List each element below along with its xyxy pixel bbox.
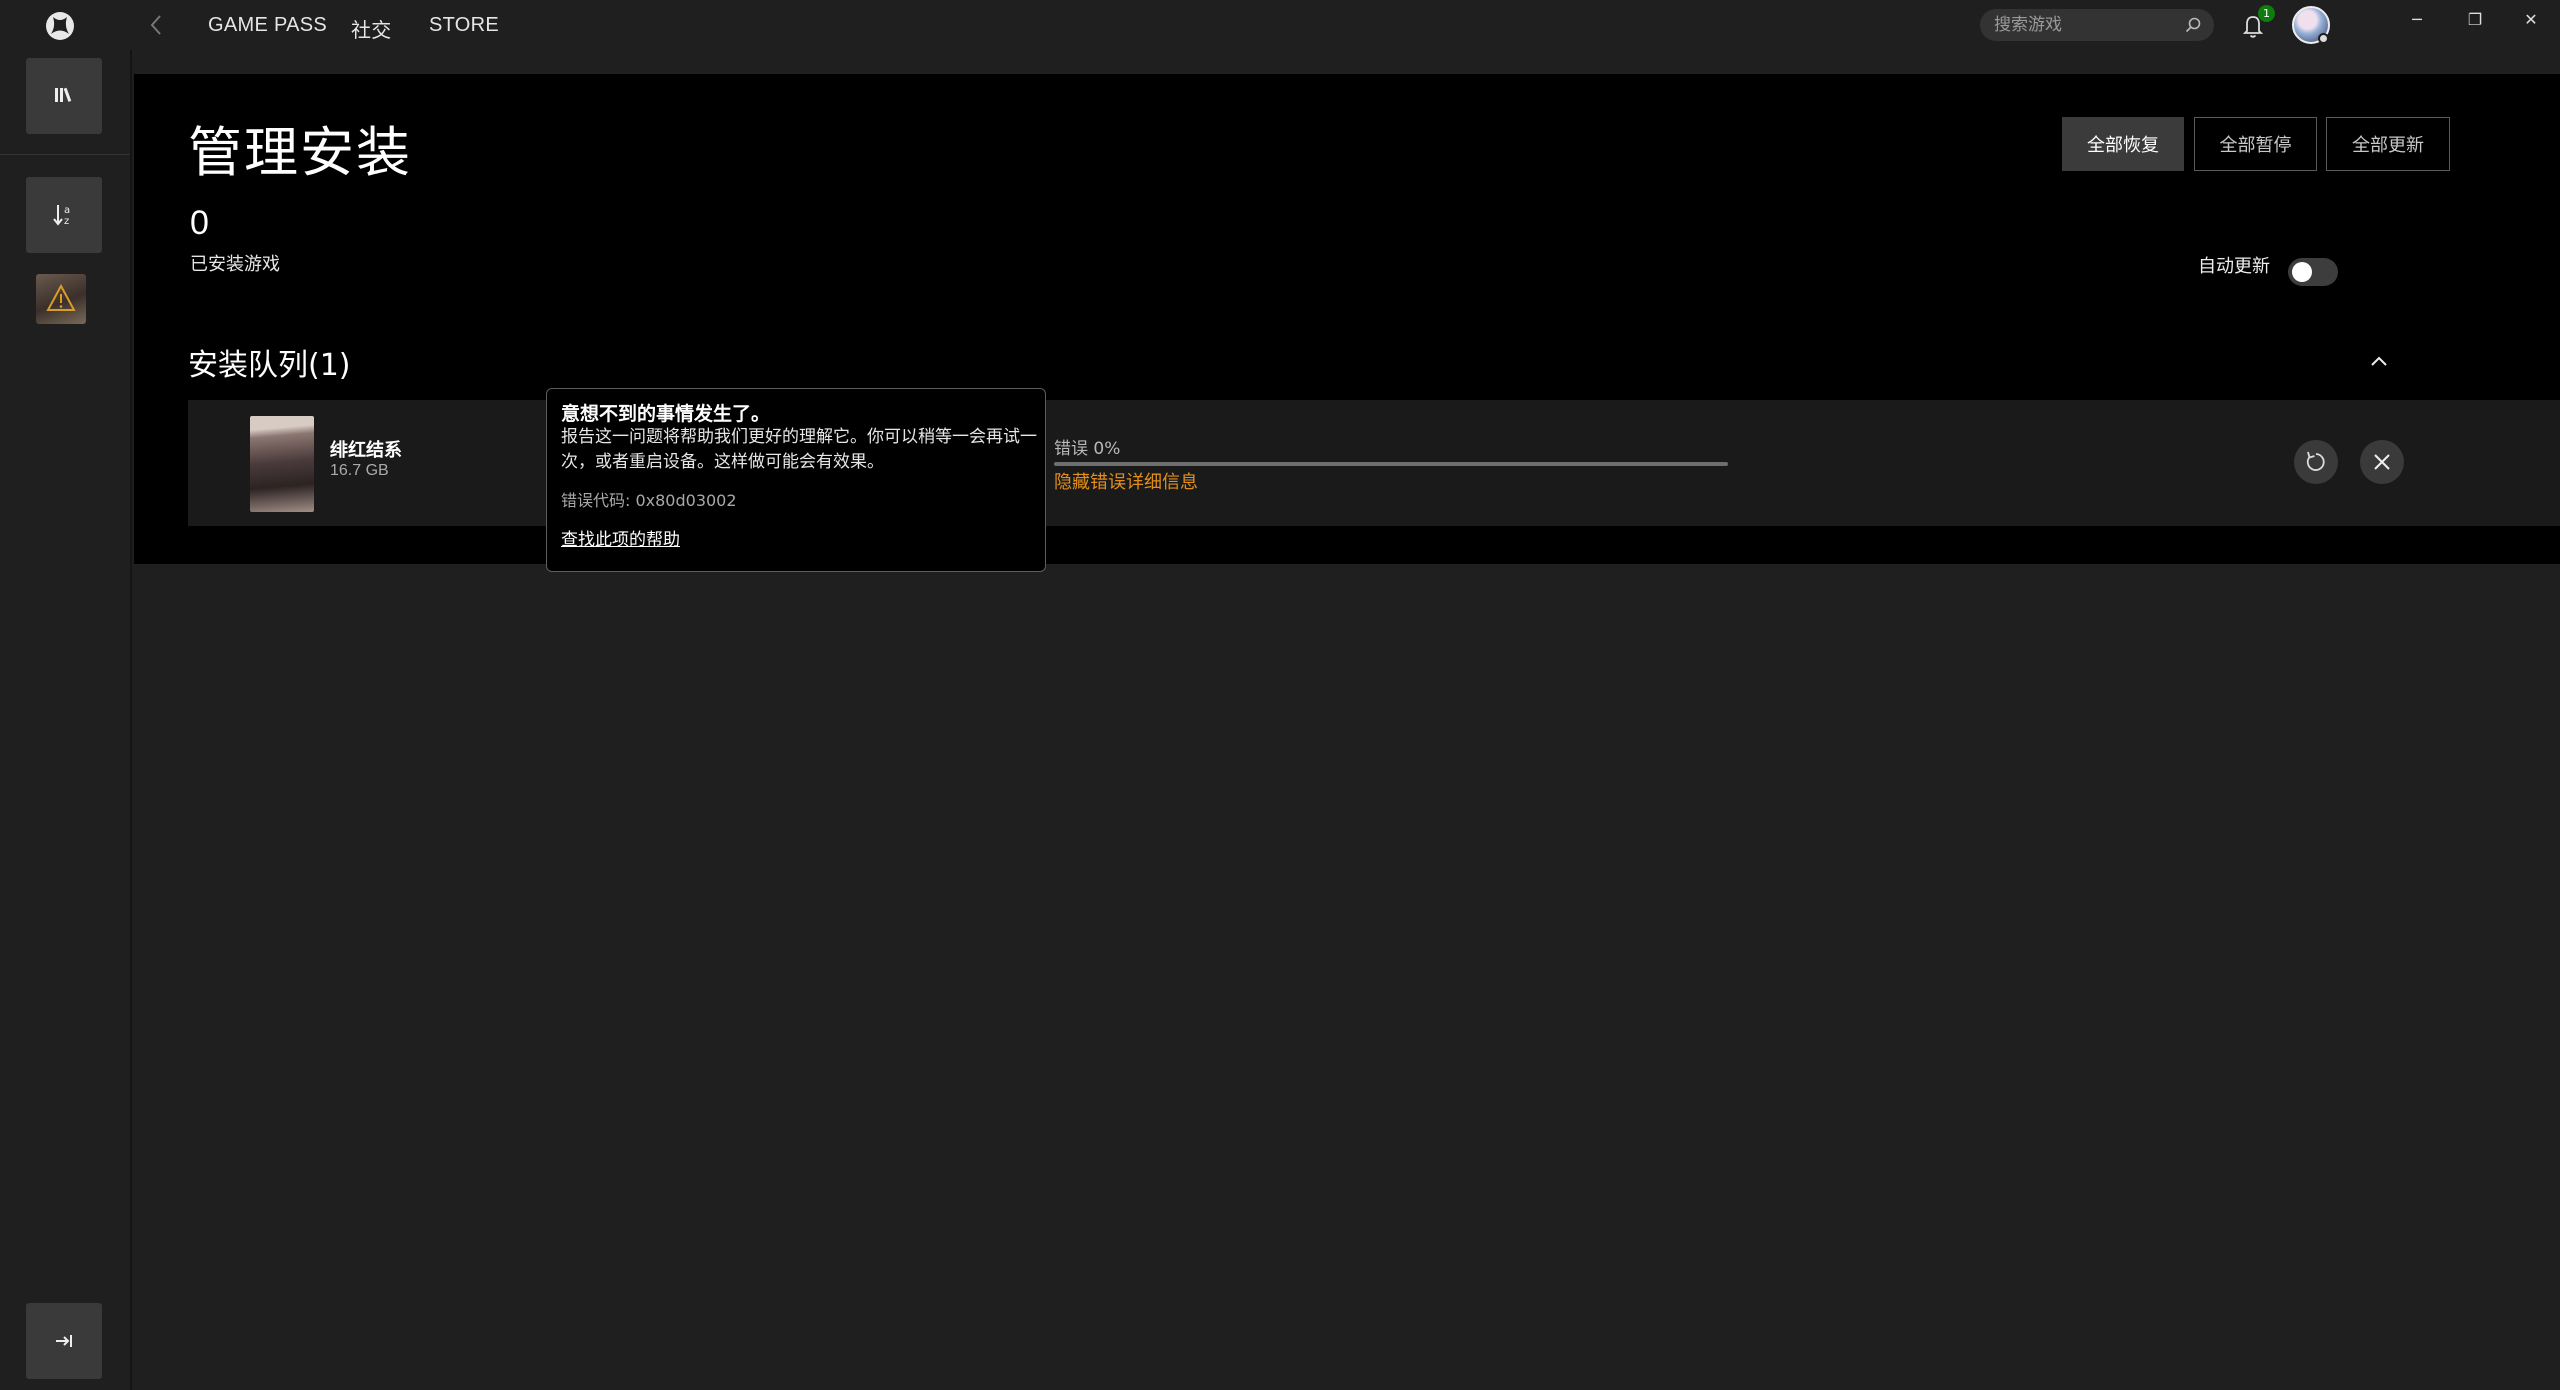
library-icon	[55, 87, 72, 102]
restore-button[interactable]: ❐	[2460, 8, 2490, 32]
search-input[interactable]	[1994, 9, 2174, 41]
svg-text:a: a	[64, 205, 70, 216]
left-rail: a z	[0, 50, 132, 1390]
retry-icon	[2306, 451, 2325, 471]
presence-dot-icon	[2318, 33, 2329, 44]
sort-icon: a z	[53, 205, 70, 227]
svg-text:z: z	[64, 216, 69, 227]
nav-store[interactable]: STORE	[429, 14, 499, 37]
queue-item: 绯红结系 16.7 GB 错误 0% 隐藏错误详细信息	[188, 400, 2560, 526]
chevron-up-icon[interactable]	[2364, 346, 2394, 376]
game-size: 16.7 GB	[330, 462, 389, 479]
sort-button[interactable]: a z	[26, 177, 102, 253]
close-icon	[2374, 454, 2390, 470]
update-all-button[interactable]: 全部更新	[2326, 117, 2450, 171]
install-status: 错误 0%	[1054, 439, 1121, 459]
hide-error-details-link[interactable]: 隐藏错误详细信息	[1054, 468, 1198, 494]
error-title: 意想不到的事情发生了。	[561, 403, 771, 425]
error-code: 错误代码: 0x80d03002	[561, 491, 737, 510]
cancel-install-button[interactable]	[2360, 440, 2404, 484]
xbox-logo-icon[interactable]	[46, 12, 74, 40]
page-title: 管理安装	[188, 121, 412, 184]
arrow-to-right-icon	[56, 1335, 72, 1347]
auto-update-toggle[interactable]	[2288, 258, 2338, 286]
installed-count: 0	[190, 204, 209, 242]
install-progress-bar	[1054, 462, 1728, 466]
title-bar: GAME PASS 社交 STORE 1 ─ ❐ ✕	[0, 0, 2560, 50]
close-window-button[interactable]: ✕	[2516, 8, 2546, 32]
search-box[interactable]	[1980, 9, 2214, 41]
game-cover[interactable]	[250, 416, 314, 512]
auto-update-label: 自动更新	[2198, 256, 2270, 277]
minimize-button[interactable]: ─	[2402, 8, 2432, 32]
nav-game-pass[interactable]: GAME PASS	[208, 14, 327, 37]
error-help-link[interactable]: 查找此项的帮助	[561, 525, 680, 550]
pause-all-button[interactable]: 全部暂停	[2194, 117, 2317, 171]
resume-all-button[interactable]: 全部恢复	[2062, 117, 2184, 171]
rail-divider	[0, 154, 130, 155]
error-tooltip: 意想不到的事情发生了。 报告这一问题将帮助我们更好的理解它。你可以稍等一会再试一…	[546, 388, 1046, 572]
nav-social[interactable]: 社交	[351, 14, 392, 43]
manage-installs-panel: 管理安装 0 已安装游戏 全部恢复 全部暂停 全部更新 自动更新 安装队列(1)…	[134, 74, 2560, 564]
game-name: 绯红结系	[330, 440, 402, 461]
installed-label: 已安装游戏	[190, 254, 280, 275]
back-arrow-icon[interactable]	[146, 12, 168, 38]
search-icon[interactable]	[2184, 16, 2202, 34]
game-thumbnail[interactable]	[36, 274, 86, 324]
expand-rail-button[interactable]	[26, 1303, 102, 1379]
error-message: 报告这一问题将帮助我们更好的理解它。你可以稍等一会再试一次，或者重启设备。这样做…	[561, 427, 1037, 472]
queue-title: 安装队列(1)	[188, 348, 351, 383]
retry-button[interactable]	[2294, 440, 2338, 484]
toggle-knob	[2292, 262, 2312, 282]
library-button[interactable]	[26, 58, 102, 134]
notification-badge: 1	[2258, 5, 2275, 22]
warning-icon	[46, 283, 76, 311]
